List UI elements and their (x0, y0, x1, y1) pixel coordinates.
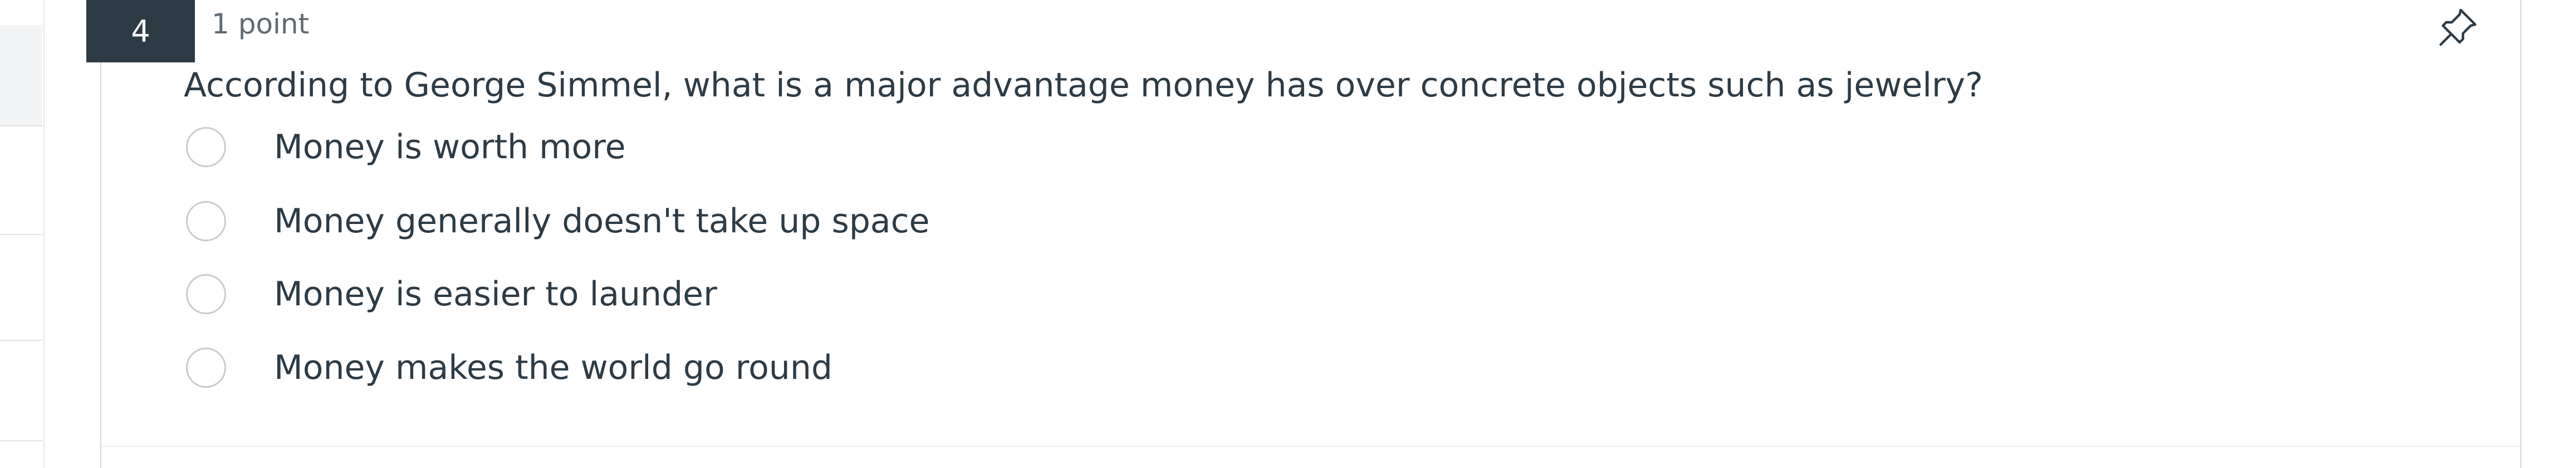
radio-button[interactable] (186, 127, 226, 167)
answer-label: Money is easier to launder (274, 275, 717, 314)
answer-label: Money generally doesn't take up space (274, 202, 930, 241)
quiz-page: 4 1 point According to George Simmel, wh… (0, 0, 2576, 468)
answer-label: Money is worth more (274, 128, 626, 167)
pin-icon[interactable] (2436, 4, 2481, 49)
answer-option[interactable]: Money generally doesn't take up space (186, 201, 929, 241)
left-nav-strip (0, 0, 45, 468)
answer-label: Money makes the world go round (274, 348, 832, 387)
question-points: 1 point (212, 8, 310, 40)
radio-button[interactable] (186, 201, 226, 241)
nav-item-highlight[interactable] (0, 25, 42, 126)
radio-button[interactable] (186, 348, 226, 388)
answer-option[interactable]: Money is easier to launder (186, 274, 717, 314)
nav-divider (0, 234, 42, 235)
nav-divider (0, 440, 42, 441)
nav-divider (0, 340, 42, 341)
question-number-badge: 4 (86, 0, 195, 62)
question-text: According to George Simmel, what is a ma… (184, 66, 1984, 105)
question-divider (101, 446, 2520, 447)
radio-button[interactable] (186, 274, 226, 314)
answer-option[interactable]: Money is worth more (186, 127, 626, 167)
answer-option[interactable]: Money makes the world go round (186, 348, 832, 388)
